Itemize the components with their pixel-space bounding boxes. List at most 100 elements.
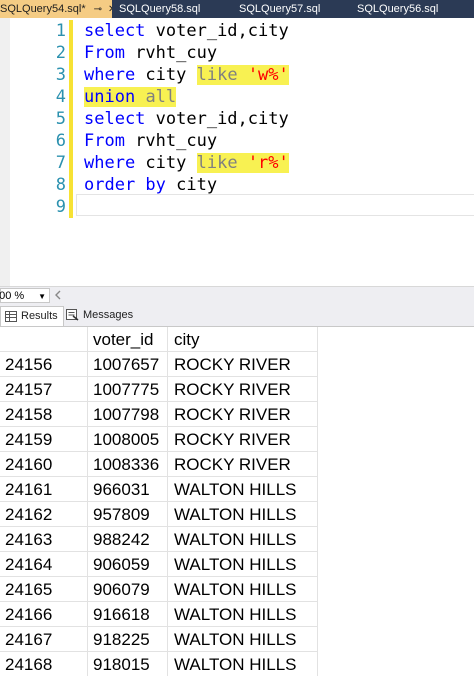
code-line-2[interactable]: 2 From rvht_cuy xyxy=(0,42,474,64)
voter-id-cell[interactable]: 1008336 xyxy=(87,452,167,476)
code-line-6[interactable]: 6 From rvht_cuy xyxy=(0,130,474,152)
scroll-left-icon[interactable] xyxy=(54,290,62,300)
city-cell[interactable]: ROCKY RIVER xyxy=(167,427,318,451)
voter-id-cell[interactable]: 957809 xyxy=(87,502,167,526)
grid-divider xyxy=(0,601,318,602)
voter-id-cell[interactable]: 918015 xyxy=(87,652,167,676)
tab-label: SQLQuery58.sql xyxy=(119,3,201,15)
code-line-4[interactable]: 4 union all xyxy=(0,86,474,108)
tab-messages[interactable]: Messages xyxy=(62,306,138,325)
table-row[interactable]: 24162 957809 WALTON HILLS xyxy=(0,502,318,527)
city-cell[interactable]: ROCKY RIVER xyxy=(167,352,318,376)
table-row[interactable]: 24156 1007657 ROCKY RIVER xyxy=(0,352,318,377)
voter-id-cell[interactable]: 1007657 xyxy=(87,352,167,376)
code-line-3[interactable]: 3 where city like 'w%' xyxy=(0,64,474,86)
line-number: 2 xyxy=(55,43,66,63)
city-cell[interactable]: WALTON HILLS xyxy=(167,502,318,526)
results-tab-strip: Results Messages xyxy=(0,304,474,327)
voter-id-cell[interactable]: 906059 xyxy=(87,552,167,576)
row-number-cell[interactable]: 24160 xyxy=(0,452,87,476)
table-row[interactable]: 24161 966031 WALTON HILLS xyxy=(0,477,318,502)
line-number: 7 xyxy=(55,153,66,173)
table-row[interactable]: 24167 918225 WALTON HILLS xyxy=(0,627,318,652)
voter-id-cell[interactable]: 906079 xyxy=(87,577,167,601)
zoom-select[interactable]: 100 % ▼ xyxy=(0,288,50,303)
city-cell[interactable]: WALTON HILLS xyxy=(167,652,318,676)
tab-sqlquery54[interactable]: SQLQuery54.sql* ⊸ ✕ xyxy=(0,0,112,18)
keyword: where xyxy=(84,65,136,85)
tab-label: SQLQuery54.sql* xyxy=(0,3,86,15)
city-cell[interactable]: WALTON HILLS xyxy=(167,602,318,626)
code-line-1[interactable]: 1 select voter_id,city xyxy=(0,20,474,42)
grid-divider xyxy=(0,576,318,577)
table-row[interactable]: 24166 916618 WALTON HILLS xyxy=(0,602,318,627)
city-cell[interactable]: ROCKY RIVER xyxy=(167,452,318,476)
code-text: city xyxy=(135,153,197,173)
change-marker xyxy=(69,196,73,218)
city-cell[interactable]: WALTON HILLS xyxy=(167,627,318,651)
table-row[interactable]: 24163 988242 WALTON HILLS xyxy=(0,527,318,552)
tab-sqlquery58[interactable]: SQLQuery58.sql xyxy=(119,0,215,18)
code-text: rvht_cuy xyxy=(124,131,218,151)
city-cell[interactable]: ROCKY RIVER xyxy=(167,377,318,401)
voter-id-cell[interactable]: 1007798 xyxy=(87,402,167,426)
voter-id-cell[interactable]: 988242 xyxy=(87,527,167,551)
keyword: where xyxy=(84,153,136,173)
city-cell[interactable]: WALTON HILLS xyxy=(167,577,318,601)
row-number-cell[interactable]: 24162 xyxy=(0,502,87,526)
column-header[interactable] xyxy=(0,327,87,351)
row-number-cell[interactable]: 24157 xyxy=(0,377,87,401)
voter-id-cell[interactable]: 916618 xyxy=(87,602,167,626)
tab-sqlquery57[interactable]: SQLQuery57.sql xyxy=(239,0,335,18)
tab-sqlquery56[interactable]: SQLQuery56.sql xyxy=(357,0,457,18)
code-line-9[interactable]: 9 xyxy=(0,196,474,218)
string-literal: 'r%' xyxy=(247,153,289,173)
row-number-cell[interactable]: 24158 xyxy=(0,402,87,426)
table-row[interactable]: 24160 1008336 ROCKY RIVER xyxy=(0,452,318,477)
tab-label: SQLQuery56.sql xyxy=(357,3,439,15)
code-text: voter_id,city xyxy=(145,21,289,41)
pin-icon[interactable]: ⊸ xyxy=(94,4,102,15)
row-number-cell[interactable]: 24164 xyxy=(0,552,87,576)
change-marker xyxy=(69,174,73,196)
row-number-cell[interactable]: 24165 xyxy=(0,577,87,601)
column-header-city[interactable]: city xyxy=(167,327,318,351)
table-row[interactable]: 24158 1007798 ROCKY RIVER xyxy=(0,402,318,427)
code-line-7[interactable]: 7 where city like 'r%' xyxy=(0,152,474,174)
table-row[interactable]: 24165 906079 WALTON HILLS xyxy=(0,577,318,602)
row-number-cell[interactable]: 24166 xyxy=(0,602,87,626)
row-number-cell[interactable]: 24163 xyxy=(0,527,87,551)
row-number-cell[interactable]: 24168 xyxy=(0,652,87,676)
city-cell[interactable]: WALTON HILLS xyxy=(167,552,318,576)
grid-divider xyxy=(0,626,318,627)
change-marker xyxy=(69,20,73,42)
city-cell[interactable]: ROCKY RIVER xyxy=(167,402,318,426)
row-number-cell[interactable]: 24159 xyxy=(0,427,87,451)
city-cell[interactable]: WALTON HILLS xyxy=(167,477,318,501)
table-row[interactable]: 24159 1008005 ROCKY RIVER xyxy=(0,427,318,452)
query-editor[interactable]: 1 select voter_id,city 2 From rvht_cuy 3… xyxy=(0,18,474,286)
voter-id-cell[interactable]: 1008005 xyxy=(87,427,167,451)
code-text: city xyxy=(135,65,197,85)
table-row[interactable]: 24164 906059 WALTON HILLS xyxy=(0,552,318,577)
grid-divider xyxy=(0,451,318,452)
change-marker xyxy=(69,130,73,152)
keyword: From xyxy=(84,43,125,63)
change-marker xyxy=(69,152,73,174)
voter-id-cell[interactable]: 966031 xyxy=(87,477,167,501)
code-line-8[interactable]: 8 order by city xyxy=(0,174,474,196)
code-line-5[interactable]: 5 select voter_id,city xyxy=(0,108,474,130)
close-icon[interactable]: ✕ xyxy=(108,4,112,15)
table-row[interactable]: 24168 918015 WALTON HILLS xyxy=(0,652,318,677)
voter-id-cell[interactable]: 1007775 xyxy=(87,377,167,401)
column-header-voter-id[interactable]: voter_id xyxy=(87,327,167,351)
tab-results[interactable]: Results xyxy=(0,306,64,326)
city-cell[interactable]: WALTON HILLS xyxy=(167,527,318,551)
row-number-cell[interactable]: 24156 xyxy=(0,352,87,376)
row-number-cell[interactable]: 24161 xyxy=(0,477,87,501)
row-number-cell[interactable]: 24167 xyxy=(0,627,87,651)
voter-id-cell[interactable]: 918225 xyxy=(87,627,167,651)
grid-divider xyxy=(0,376,318,377)
keyword: select xyxy=(84,109,146,129)
table-row[interactable]: 24157 1007775 ROCKY RIVER xyxy=(0,377,318,402)
